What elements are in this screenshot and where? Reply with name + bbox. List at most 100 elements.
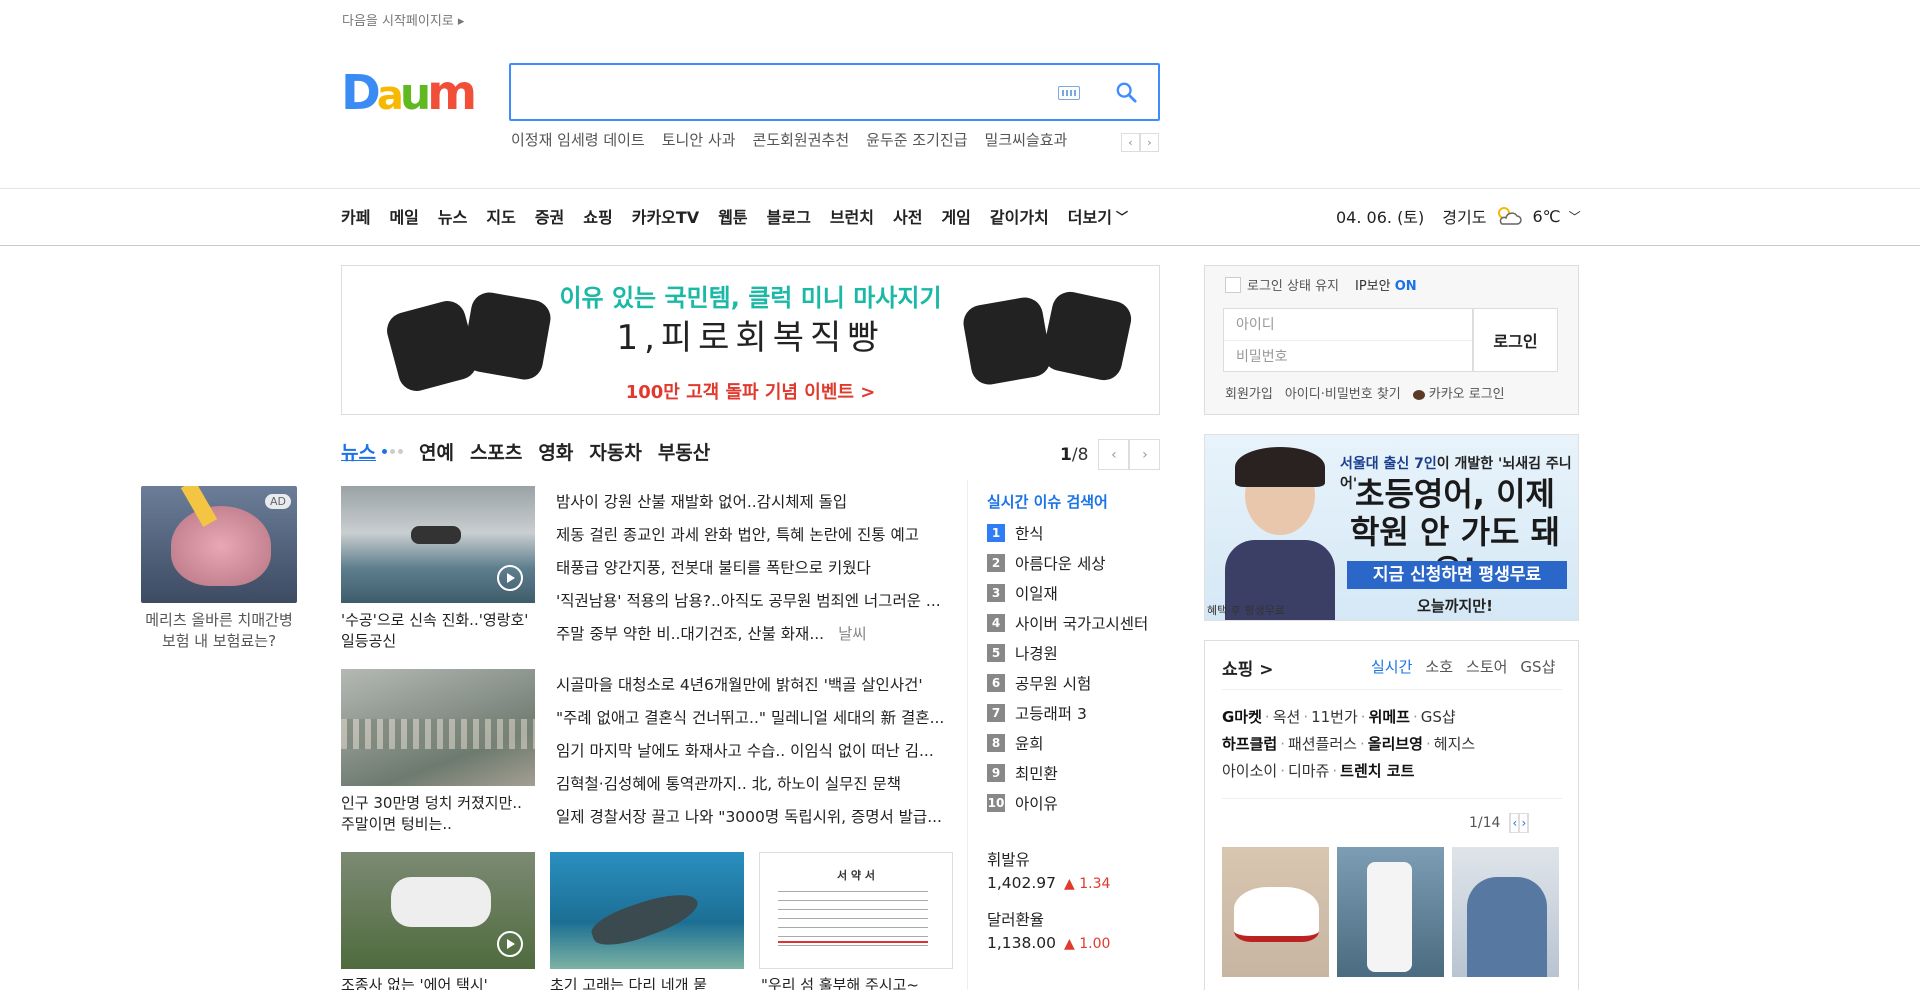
nav-together[interactable]: 같이가치 — [990, 204, 1049, 228]
nav-brunch[interactable]: 브런치 — [830, 204, 874, 228]
news-headline[interactable]: "주례 없애고 결혼식 건너뛰고.." 밀레니얼 세대의 新 결혼... — [556, 709, 944, 727]
nav-mail[interactable]: 메일 — [389, 204, 418, 228]
tab-soho[interactable]: 소호 — [1425, 656, 1453, 677]
trend-keyword[interactable]: 밀크씨슬효과 — [985, 129, 1068, 150]
signup-link[interactable]: 회원가입 — [1225, 383, 1273, 402]
nav-news[interactable]: 뉴스 — [438, 204, 467, 228]
realtime-item[interactable]: 3 이일재 — [987, 578, 1148, 608]
realtime-item[interactable]: 2 아름다운 세상 — [987, 548, 1148, 578]
keyboard-icon[interactable] — [1058, 86, 1080, 100]
nav-more-button[interactable]: 더보기 ﹀ — [1068, 204, 1128, 228]
realtime-item[interactable]: 6 공무원 시험 — [987, 668, 1148, 698]
news-thumbnail[interactable] — [341, 669, 535, 786]
news-thumbnail[interactable] — [550, 852, 744, 969]
mall-link[interactable]: 패션플러스 — [1288, 735, 1357, 753]
news-headline[interactable]: 임기 마지막 날에도 화재사고 수습.. 이임식 없이 떠난 김... — [556, 742, 934, 760]
news-caption[interactable]: 인구 30만명 덩치 커졌지만.. 주말이면 텅비는.. — [341, 793, 535, 835]
weather-widget[interactable]: 경기도 6℃ ﹀ — [1442, 204, 1580, 228]
product-image[interactable] — [1222, 847, 1329, 977]
news-headline[interactable]: 태풍급 양간지풍, 전봇대 불티를 폭탄으로 키웠다 — [556, 559, 871, 577]
chevron-right-icon[interactable]: › — [1140, 133, 1159, 152]
realtime-item[interactable]: 5 나경원 — [987, 638, 1148, 668]
news-thumbnail[interactable] — [341, 486, 535, 603]
news-caption[interactable]: "우리 섬 훌부해 주시고~ — [761, 975, 955, 990]
set-startpage-link[interactable]: 다음을 시작페이지로 ▸ — [342, 10, 464, 29]
kakao-login-link[interactable]: 카카오 로그인 — [1412, 383, 1505, 402]
nav-map[interactable]: 지도 — [486, 204, 515, 228]
tab-movie[interactable]: 영화 — [538, 438, 573, 465]
daum-logo[interactable]: Daum — [341, 64, 486, 122]
mall-link[interactable]: 위메프 — [1369, 708, 1410, 726]
news-headline[interactable]: 일제 경찰서장 끌고 나와 "3000명 독립시위, 증명서 발급... — [556, 808, 942, 826]
search-icon[interactable] — [1115, 81, 1137, 103]
finance-exchange[interactable]: 달러환율 1,138.00 ▲ 1.00 — [987, 909, 1110, 956]
realtime-item[interactable]: 4 사이버 국가고시센터 — [987, 608, 1148, 638]
tab-realtime[interactable]: 실시간 — [1371, 656, 1412, 677]
tab-gsshop[interactable]: GS샵 — [1520, 656, 1555, 677]
mall-link[interactable]: 11번가 — [1311, 708, 1358, 726]
search-box[interactable] — [509, 63, 1160, 121]
news-caption[interactable]: '수공'으로 신속 진화..'영랑호' 일등공신 — [341, 610, 535, 652]
password-field[interactable]: 비밀번호 — [1224, 341, 1472, 373]
shopping-title[interactable]: 쇼핑 > — [1222, 655, 1273, 680]
chevron-left-icon[interactable]: ‹ — [1510, 813, 1520, 833]
finance-gasoline[interactable]: 휘발유 1,402.97 ▲ 1.34 — [987, 849, 1110, 896]
trend-keyword[interactable]: 콘도회원권추천 — [753, 129, 850, 150]
product-image[interactable] — [1337, 847, 1444, 977]
left-ad-caption[interactable]: 메리츠 올바른 치매간병보험 내 보험료는? — [141, 610, 297, 652]
trend-keyword[interactable]: 이정재 임세령 데이트 — [511, 129, 645, 150]
mall-link[interactable]: 헤지스 — [1434, 735, 1475, 753]
mall-link[interactable]: G마켓 — [1222, 708, 1262, 726]
login-button[interactable]: 로그인 — [1473, 308, 1558, 372]
news-thumbnail[interactable]: 서 약 서 — [759, 852, 953, 969]
mall-link[interactable]: 하프클럽 — [1222, 735, 1277, 753]
top-banner-ad[interactable]: 이유 있는 국민템, 클럭 미니 마사지기 1,피로회복직빵 100만 고객 돌… — [341, 265, 1160, 415]
left-ad-image[interactable]: AD — [141, 486, 297, 603]
tab-store[interactable]: 스토어 — [1466, 656, 1507, 677]
id-field[interactable]: 아이디 — [1224, 309, 1472, 341]
chevron-left-icon[interactable]: ‹ — [1098, 439, 1130, 470]
news-caption[interactable]: 초기 고래는 다리 네개 뭍 — [550, 975, 744, 990]
ip-security-toggle[interactable]: IP보안 ON — [1355, 275, 1417, 294]
trend-keyword[interactable]: 윤두준 조기진급 — [866, 129, 967, 150]
realtime-item[interactable]: 9 최민환 — [987, 758, 1148, 788]
news-headline[interactable]: 주말 중부 약한 비..대기건조, 산불 화재... — [556, 625, 824, 643]
mall-link[interactable]: 트렌치 코트 — [1340, 762, 1414, 780]
nav-blog[interactable]: 블로그 — [767, 204, 811, 228]
trend-keyword[interactable]: 토니안 사과 — [662, 129, 736, 150]
mall-link[interactable]: 올리브영 — [1368, 735, 1423, 753]
nav-shopping[interactable]: 쇼핑 — [583, 204, 612, 228]
mall-link[interactable]: 아이소이 — [1222, 762, 1277, 780]
news-thumbnail[interactable] — [341, 852, 535, 969]
nav-kakaotv[interactable]: 카카오TV — [632, 204, 699, 228]
news-headline[interactable]: 김혁철·김성혜에 통역관까지.. 北, 하노이 실무진 문책 — [556, 775, 901, 793]
product-image[interactable] — [1452, 847, 1559, 977]
realtime-item[interactable]: 7 고등래퍼 3 — [987, 698, 1148, 728]
chevron-right-icon[interactable]: › — [1129, 439, 1161, 470]
mall-link[interactable]: GS샵 — [1421, 708, 1456, 726]
news-source[interactable]: 날씨 — [838, 625, 867, 643]
news-headline[interactable]: '직권남용' 적용의 남용?..아직도 공무원 범죄엔 너그러운 ... — [556, 592, 941, 610]
news-headline[interactable]: 시골마을 대청소로 4년6개월만에 밝혀진 '백골 살인사건' — [556, 676, 923, 694]
chevron-right-icon[interactable]: › — [1519, 813, 1529, 833]
mall-link[interactable]: 디마쥬 — [1288, 762, 1329, 780]
tab-sports[interactable]: 스포츠 — [470, 438, 522, 465]
chevron-down-icon[interactable]: ﹀ — [1569, 208, 1581, 225]
tab-news[interactable]: 뉴스 — [341, 438, 376, 465]
realtime-item[interactable]: 8 윤희 — [987, 728, 1148, 758]
nav-game[interactable]: 게임 — [941, 204, 970, 228]
realtime-title[interactable]: 실시간 이슈 검색어 — [987, 491, 1108, 512]
find-account-link[interactable]: 아이디·비밀번호 찾기 — [1285, 383, 1401, 402]
realtime-item[interactable]: 10 아이유 — [987, 788, 1148, 818]
realtime-item[interactable]: 1 한식 — [987, 518, 1148, 548]
checkbox[interactable] — [1225, 276, 1241, 293]
news-headline[interactable]: 제동 걸린 종교인 과세 완화 법안, 특혜 논란에 진통 예고 — [556, 526, 919, 544]
nav-webtoon[interactable]: 웹툰 — [718, 204, 747, 228]
tab-entertainment[interactable]: 연예 — [419, 438, 454, 465]
tab-car[interactable]: 자동차 — [589, 438, 641, 465]
tab-realestate[interactable]: 부동산 — [658, 438, 710, 465]
mall-link[interactable]: 옥션 — [1273, 708, 1301, 726]
nav-stock[interactable]: 증권 — [535, 204, 564, 228]
chevron-left-icon[interactable]: ‹ — [1121, 133, 1140, 152]
news-caption[interactable]: 조종사 없는 '에어 택시' — [341, 975, 535, 990]
